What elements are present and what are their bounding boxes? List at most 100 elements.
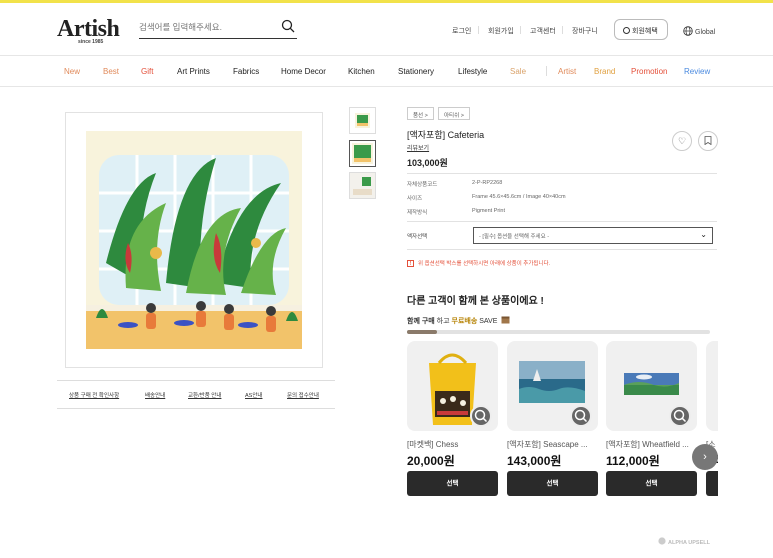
spec-label-method: 제작방식	[407, 210, 428, 216]
card-price: 143,000원	[507, 454, 562, 468]
card-price: 112,000원	[606, 454, 660, 468]
footer-brand-label: ALPHA UPSELL	[668, 540, 710, 546]
select-button[interactable]: 선	[706, 471, 718, 496]
recommend-card[interactable]: [액자포함] Seascape ... 143,000원 선택	[507, 341, 598, 496]
nav-item-new[interactable]: New	[64, 67, 80, 76]
global-label: Global	[695, 29, 716, 36]
zoom-button[interactable]	[470, 405, 492, 427]
card-image	[606, 341, 697, 431]
carousel-next-button[interactable]: ›	[692, 444, 718, 470]
tab-shipping[interactable]: 배송안내	[145, 391, 165, 399]
box-icon	[501, 316, 510, 324]
option-label: 액자선택	[407, 234, 428, 240]
free-shipping-progress	[407, 330, 710, 334]
recommend-card[interactable]: [마켓백] Chess 20,000원 선택	[407, 341, 498, 496]
spec-label-code: 자체상품코드	[407, 182, 438, 188]
option-selected-value: - [필수] 옵션을 선택해 주세요 -	[479, 234, 550, 240]
thumbnail-1[interactable]	[349, 107, 376, 134]
info-tabs: 상품 구매 전 확인사항 배송안내 교환/반품 안내 AS안내 문의 접수안내	[57, 380, 335, 409]
artwork-cafeteria	[86, 131, 302, 349]
card-name: [액자포함] Seascape ...	[507, 440, 588, 449]
nav-item-gift[interactable]: Gift	[141, 67, 153, 76]
search-input[interactable]	[139, 17, 269, 37]
logo-tagline: since 1985	[78, 39, 104, 45]
nav-item-lifestyle[interactable]: Lifestyle	[458, 67, 487, 76]
nav-item-brand[interactable]: Brand	[594, 67, 615, 76]
global-link[interactable]: Global	[683, 26, 715, 36]
divider	[562, 26, 563, 34]
alert-icon: !	[407, 260, 414, 267]
nav-item-art-prints[interactable]: Art Prints	[177, 67, 210, 76]
chevron-right-icon: ›	[703, 451, 707, 463]
recommend-title: 다른 고객이 함께 본 상품이에요 !	[407, 296, 544, 307]
zoom-button[interactable]	[669, 405, 691, 427]
product-price: 103,000원	[407, 158, 448, 168]
nav-item-promotion[interactable]: Promotion	[631, 67, 667, 76]
breadcrumb-brand[interactable]: 아티쉬 >	[438, 107, 470, 120]
nav-item-fabrics[interactable]: Fabrics	[233, 67, 259, 76]
magnifier-icon	[474, 409, 488, 423]
tab-exchange-return[interactable]: 교환/반품 안내	[188, 391, 221, 399]
zoom-button[interactable]	[570, 405, 592, 427]
card-image	[407, 341, 498, 431]
nav-item-best[interactable]: Best	[103, 67, 119, 76]
member-benefit-label: 회원혜택	[632, 28, 658, 35]
site-header: Artish since 1985 로그인 회원가입 고객센터 장바구니 회원혜…	[0, 3, 773, 56]
recommend-subtitle: 함께 구매 하고 무료배송 SAVE	[407, 315, 510, 326]
member-benefit-button[interactable]: 회원혜택	[614, 19, 668, 40]
select-button[interactable]: 선택	[407, 471, 498, 496]
free-shipping-label: 무료배송	[451, 318, 478, 325]
nav-item-review[interactable]: Review	[684, 67, 710, 76]
bookmark-button[interactable]	[698, 131, 718, 151]
login-link[interactable]: 로그인	[452, 26, 471, 36]
magnifier-icon	[574, 409, 588, 423]
spec-label-size: 사이즈	[407, 196, 423, 202]
bookmark-icon	[704, 136, 712, 146]
thumbnail-2-selected[interactable]	[349, 140, 376, 167]
thumbnail-image	[350, 173, 375, 198]
signup-link[interactable]: 회원가입	[488, 26, 514, 36]
thumbnail-image	[352, 143, 373, 164]
globe-icon	[683, 26, 693, 36]
search-icon[interactable]	[281, 19, 295, 33]
cart-link[interactable]: 장바구니	[572, 26, 598, 36]
tab-purchase-notice[interactable]: 상품 구매 전 확인사항	[69, 391, 119, 399]
customer-center-link[interactable]: 고객센터	[530, 26, 556, 36]
spec-value-size: Frame 45.6×45.6cm / Image 40×40cm	[472, 194, 566, 200]
chevron-down-icon: ⌄	[700, 230, 707, 239]
card-price: 20,000원	[407, 454, 455, 468]
product-main-image[interactable]	[65, 112, 323, 368]
progress-fill	[407, 330, 438, 334]
divider	[407, 173, 717, 174]
subtitle-connector: 하고	[434, 318, 452, 325]
divider	[407, 249, 717, 250]
nav-item-kitchen[interactable]: Kitchen	[348, 67, 375, 76]
save-label: SAVE	[477, 318, 498, 325]
spec-value-method: Pigment Print	[472, 208, 506, 214]
nav-item-sale[interactable]: Sale	[510, 67, 526, 76]
recommend-card-partial[interactable]: [소 12 선	[706, 341, 718, 501]
product-title: [액자포함] Cafeteria	[407, 130, 485, 140]
heart-icon: ♡	[677, 136, 687, 146]
nav-item-home-decor[interactable]: Home Decor	[281, 67, 326, 76]
nav-item-artist[interactable]: Artist	[558, 67, 576, 76]
nav-item-stationery[interactable]: Stationery	[398, 67, 434, 76]
option-notice: ! 위 옵션선택 박스를 선택하시면 아래에 상품이 추가됩니다.	[407, 259, 550, 267]
tab-inquiry[interactable]: 문의 접수안내	[287, 391, 319, 399]
frame-option-select[interactable]: - [필수] 옵션을 선택해 주세요 - ⌄	[473, 227, 713, 244]
option-notice-text: 위 옵션선택 박스를 선택하시면 아래에 상품이 추가됩니다.	[418, 261, 551, 267]
card-name: [액자포함] Wheatfield ...	[606, 440, 689, 449]
select-button[interactable]: 선택	[606, 471, 697, 496]
thumbnail-3[interactable]	[349, 172, 376, 199]
select-button[interactable]: 선택	[507, 471, 598, 496]
spec-value-code: 2-P-RP2268	[472, 180, 503, 186]
tab-as[interactable]: AS안내	[245, 391, 262, 399]
review-link[interactable]: 리뷰보기	[407, 143, 429, 152]
card-image	[507, 341, 598, 431]
wishlist-button[interactable]: ♡	[672, 131, 692, 151]
divider	[478, 26, 479, 34]
recommend-card[interactable]: [액자포함] Wheatfield ... 112,000원 선택	[606, 341, 697, 496]
search-bar	[139, 17, 297, 39]
thumbnail-image	[355, 113, 370, 128]
breadcrumb-category[interactable]: 품선 >	[407, 107, 434, 120]
